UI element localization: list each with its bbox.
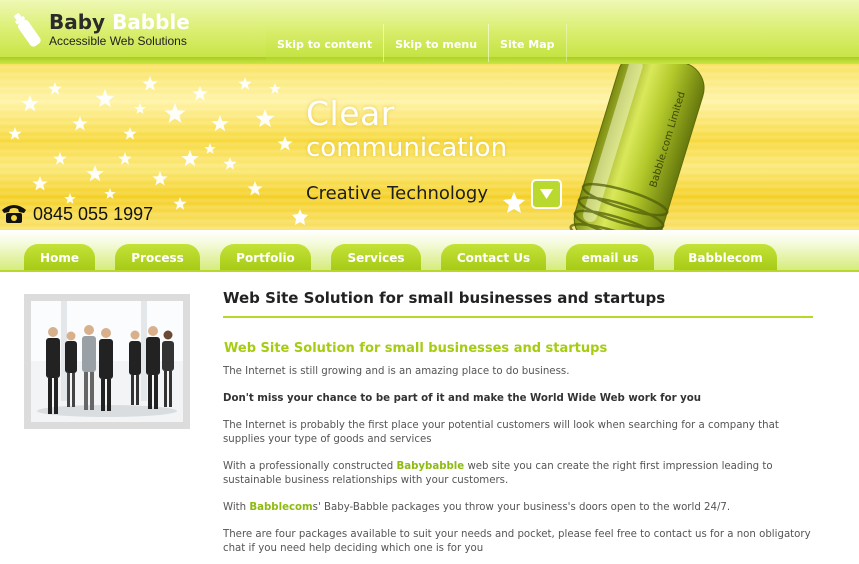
star-sparkle-icon (48, 82, 62, 95)
star-sparkle-icon (277, 136, 293, 151)
star-sparkle-icon (53, 152, 67, 165)
star-sparkle-icon (223, 157, 237, 170)
skip-to-content-link[interactable]: Skip to content (266, 24, 385, 62)
star-sparkle-icon (123, 127, 137, 140)
star-sparkle-icon (255, 109, 275, 128)
star-sparkle-icon (238, 77, 252, 90)
star-sparkle-icon (269, 83, 281, 94)
star-sparkle-icon (72, 116, 88, 131)
babblecom-highlight: Babblecom (249, 502, 313, 513)
star-sparkle-icon (211, 115, 229, 132)
star-sparkle-icon (95, 89, 115, 108)
logo-word-babble: Babble (112, 10, 190, 34)
star-sparkle-icon (8, 127, 22, 140)
bottle-illustration: Babble.com Limited (569, 64, 705, 230)
site-header: Baby Babble Accessible Web Solutions Ski… (0, 0, 859, 64)
star-sparkle-icon (164, 103, 186, 123)
paragraph-contact: There are four packages available to sui… (223, 529, 811, 554)
star-sparkle-icon (64, 193, 76, 204)
star-sparkle-icon (142, 76, 158, 91)
phone-icon (2, 205, 26, 223)
banner-subline: Creative Technology (306, 183, 489, 204)
site-logo-title[interactable]: Baby Babble (49, 10, 190, 34)
p4-text-before: With a professionally constructed (223, 461, 397, 472)
star-sparkle-icon (21, 95, 39, 112)
nav-home[interactable]: Home (24, 244, 95, 270)
team-photo-frame (24, 294, 190, 429)
arrow-down-glyph (540, 189, 553, 199)
babybabble-highlight: Babybabble (396, 461, 465, 472)
nav-portfolio[interactable]: Portfolio (220, 244, 311, 270)
team-photo-illustration (31, 301, 183, 422)
star-sparkle-icon (204, 143, 216, 154)
star-sparkle-icon (32, 176, 48, 191)
nav-services[interactable]: Services (331, 244, 421, 270)
main-navigation: Home Process Portfolio Services Contact … (0, 230, 859, 272)
star-sparkle-icon (181, 150, 199, 167)
phone-number[interactable]: 0845 055 1997 (33, 204, 153, 225)
star-icon (503, 192, 525, 213)
nav-process[interactable]: Process (115, 244, 200, 270)
star-icon (292, 209, 308, 225)
star-sparkle-icon (118, 152, 132, 165)
intro-paragraph: The Internet is still growing and is an … (223, 366, 570, 377)
emphasis-paragraph: Don't miss your chance to be part of it … (223, 392, 815, 406)
site-tagline: Accessible Web Solutions (49, 34, 187, 48)
banner-headline-clear: Clear (306, 94, 395, 133)
title-divider (223, 316, 813, 318)
hero-banner: Babble.com Limited Clear communication C… (0, 64, 859, 230)
paragraph-customers: The Internet is probably the first place… (223, 420, 779, 445)
skip-to-menu-link[interactable]: Skip to menu (384, 24, 490, 62)
star-sparkle-icon (86, 165, 104, 182)
star-sparkle-icon (104, 188, 116, 199)
star-sparkle-icon (134, 103, 146, 114)
nav-babblecom[interactable]: Babblecom (674, 244, 777, 270)
banner-headline-communication: communication (306, 133, 508, 163)
section-subheading: Web Site Solution for small businesses a… (224, 341, 608, 356)
paragraph-impression: With a professionally constructed Babyba… (223, 460, 815, 488)
utility-links: Skip to content Skip to menu Site Map (266, 24, 567, 62)
star-sparkle-icon (192, 86, 208, 101)
p5-text-before: With (223, 502, 250, 513)
arrow-down-icon[interactable] (531, 179, 562, 209)
paragraph-packages: With Babblecoms' Baby-Babble packages yo… (223, 501, 815, 515)
bottle-logo-icon[interactable] (12, 10, 42, 50)
team-photo (31, 301, 183, 422)
star-sparkle-icon (247, 181, 263, 196)
star-sparkle-icon (152, 171, 168, 186)
page-title: Web Site Solution for small businesses a… (223, 289, 666, 307)
star-sparkle-icon (173, 197, 187, 210)
emphasis-text: Don't miss your chance to be part of it … (223, 393, 702, 404)
nav-email-us[interactable]: email us (566, 244, 654, 270)
star-sparkle-icon (8, 76, 293, 210)
p5-text-after: s' Baby-Babble packages you throw your b… (312, 502, 731, 513)
logo-word-baby: Baby (49, 10, 106, 34)
site-map-link[interactable]: Site Map (489, 24, 567, 62)
nav-contact-us[interactable]: Contact Us (441, 244, 546, 270)
